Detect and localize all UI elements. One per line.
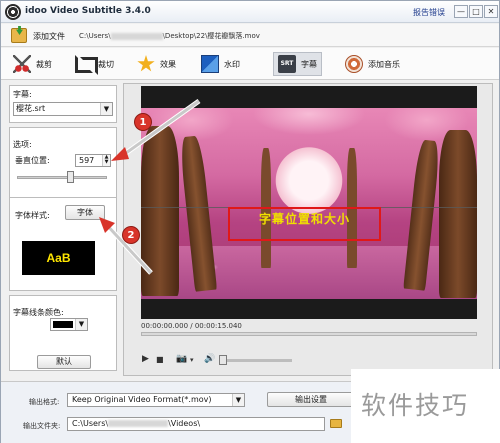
video-preview-panel: 字幕位置和大小 00:00:00.000 / 00:00:15.040 ▶ ■ … (123, 83, 493, 376)
subtitle-file-value: 樱花.srt (16, 104, 46, 113)
site-watermark-text: 软件技巧 (361, 391, 470, 420)
add-file-button[interactable]: 添加文件 (33, 31, 65, 42)
subtitle-file-select[interactable]: 樱花.srt ▼ (13, 102, 113, 116)
volume-icon[interactable]: 🔊 (204, 354, 215, 364)
font-button[interactable]: 字体 (65, 205, 105, 220)
add-file-bar: 添加文件 C:\Users\ \Desktop\22\樱花瓣飘落.mov (1, 24, 499, 47)
tool-subtitle[interactable]: SRT 字幕 (273, 52, 322, 76)
close-button[interactable]: ✕ (484, 5, 498, 18)
file-path: C:\Users\ \Desktop\22\樱花瓣飘落.mov (79, 31, 260, 41)
tool-crop-label: 裁切 (98, 59, 114, 69)
tool-effect[interactable]: 效果 (133, 52, 180, 76)
tool-trim-label: 裁剪 (36, 59, 52, 69)
music-disc-icon (345, 55, 363, 73)
file-path-suffix: \Desktop\22\樱花瓣飘落.mov (162, 32, 260, 40)
vertical-position-slider-thumb[interactable] (67, 171, 74, 183)
spin-arrows-icon[interactable]: ▲ ▼ (102, 155, 110, 166)
report-error-link[interactable]: 报告错误 (413, 7, 445, 18)
chevron-down-icon: ▼ (75, 319, 87, 330)
output-folder-field[interactable]: C:\Users\ \Videos\ (67, 417, 325, 431)
tool-trim[interactable]: 裁剪 (9, 52, 56, 76)
vertical-position-spinner[interactable]: 597 ▲ ▼ (75, 154, 111, 167)
tool-crop[interactable]: 裁切 (71, 52, 118, 76)
film-reel-icon (5, 4, 21, 20)
font-preview: AaB (22, 241, 95, 275)
video-frame (141, 108, 477, 299)
vertical-position-slider-track[interactable] (17, 176, 107, 179)
watermark-icon (201, 55, 219, 73)
seek-bar[interactable] (141, 332, 477, 336)
tool-add-music[interactable]: 添加音乐 (341, 52, 404, 76)
tool-subtitle-label: 字幕 (301, 59, 317, 69)
subtitle-overlay-text[interactable]: 字幕位置和大小 (228, 210, 381, 227)
volume-slider-track[interactable] (222, 359, 292, 362)
subtitle-icon: SRT (278, 55, 296, 73)
crop-icon (75, 55, 98, 75)
volume-slider-thumb[interactable] (219, 355, 227, 365)
border-color-select[interactable]: ▼ (50, 318, 88, 331)
snapshot-camera-icon[interactable]: 📷 (176, 354, 187, 364)
file-path-prefix: C:\Users\ (79, 32, 111, 40)
timecode: 00:00:00.000 / 00:00:15.040 (141, 322, 242, 330)
tree-trunk (141, 126, 179, 296)
stop-icon[interactable]: ■ (156, 355, 164, 364)
tool-watermark[interactable]: 水印 (197, 52, 244, 76)
window-title: idoo Video Subtitle 3.4.0 (25, 6, 151, 16)
font-style-label: 字体样式: (15, 211, 50, 220)
minimize-button[interactable]: — (454, 5, 468, 18)
vertical-position-value: 597 (79, 156, 95, 165)
options-label: 选项: (13, 140, 32, 149)
output-folder-suffix: \Videos\ (168, 419, 201, 428)
border-color-label: 字幕线条颜色: (13, 308, 64, 317)
color-swatch (53, 321, 73, 328)
add-file-icon[interactable] (11, 28, 27, 43)
main-toolbar: 裁剪 裁切 效果 水印 SRT 字幕 添加音乐 (1, 48, 499, 80)
title-bar: idoo Video Subtitle 3.4.0 报告错误 — □ ✕ (1, 1, 499, 23)
folder-icon[interactable] (330, 419, 342, 428)
redacted-username (110, 32, 163, 40)
annotation-badge-2: 2 (122, 226, 140, 244)
output-format-select[interactable]: Keep Original Video Format(*.mov) ▼ (67, 393, 245, 407)
output-format-label: 输出格式: (29, 398, 60, 406)
maximize-button[interactable]: □ (469, 5, 483, 18)
output-format-value: Keep Original Video Format(*.mov) (72, 395, 212, 404)
app-window: idoo Video Subtitle 3.4.0 报告错误 — □ ✕ 添加文… (0, 0, 500, 443)
tree-trunk (439, 130, 477, 298)
tool-effect-label: 效果 (160, 59, 176, 69)
annotation-badge-1: 1 (134, 113, 152, 131)
tool-add-music-label: 添加音乐 (368, 59, 400, 69)
tool-watermark-label: 水印 (224, 59, 240, 69)
scissors-icon (13, 55, 31, 73)
default-button[interactable]: 默认 (37, 355, 91, 369)
vertical-position-label: 垂直位置: (15, 156, 50, 165)
output-folder-label: 输出文件夹: (23, 422, 61, 430)
play-icon[interactable]: ▶ (142, 354, 149, 364)
chevron-down-icon: ▼ (100, 103, 112, 115)
output-settings-button[interactable]: 输出设置 (267, 392, 355, 407)
chevron-down-icon: ▼ (232, 394, 244, 406)
chevron-down-icon[interactable]: ▾ (190, 356, 194, 364)
output-folder-prefix: C:\Users\ (72, 419, 109, 428)
star-icon (137, 55, 155, 72)
subtitle-label: 字幕: (13, 90, 32, 99)
redacted-username (108, 420, 169, 427)
